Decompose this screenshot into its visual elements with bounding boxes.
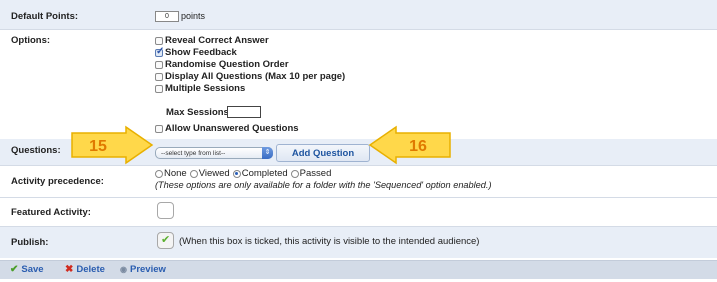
precedence-radio-group: None Viewed Completed Passed	[155, 168, 334, 179]
checkbox-icon[interactable]	[155, 72, 163, 81]
publish-checkbox[interactable]	[157, 232, 174, 249]
publish-note: (When this box is ticked, this activity …	[179, 236, 480, 247]
option-label: Randomise Question Order	[165, 59, 289, 70]
radio-selected-icon[interactable]	[232, 169, 241, 178]
option-allow-unanswered-questions[interactable]: Allow Unanswered Questions	[155, 123, 299, 134]
precedence-note: (These options are only available for a …	[155, 180, 492, 190]
publish-label: Publish:	[11, 237, 49, 248]
save-label: Save	[21, 264, 44, 275]
radio-label: Passed	[299, 168, 332, 179]
option-label: Multiple Sessions	[165, 83, 246, 94]
row-separator	[0, 165, 717, 166]
select-arrows-icon: ⇕	[262, 147, 273, 159]
save-button[interactable]: ✔ Save	[10, 264, 44, 275]
preview-icon: ◉	[120, 265, 127, 274]
delete-button[interactable]: ✖ Delete	[65, 264, 105, 275]
option-label: Display All Questions (Max 10 per page)	[165, 71, 346, 82]
checkbox-icon[interactable]	[155, 124, 163, 133]
radio-icon[interactable]	[155, 169, 163, 178]
add-question-button[interactable]: Add Question	[276, 144, 370, 162]
radio-icon[interactable]	[189, 169, 198, 178]
radio-label: None	[164, 168, 187, 179]
option-label: Show Feedback	[165, 47, 237, 58]
row-separator	[0, 29, 717, 30]
default-points-unit: points	[181, 11, 206, 21]
row-separator	[0, 226, 717, 227]
checkbox-checked-icon[interactable]	[155, 46, 164, 57]
activity-precedence-label: Activity precedence:	[11, 176, 104, 187]
default-points-label: Default Points:	[11, 11, 79, 22]
delete-x-icon: ✖	[65, 264, 74, 275]
option-randomise-question-order[interactable]: Randomise Question Order	[155, 59, 289, 70]
row-separator	[0, 197, 717, 198]
option-label: Allow Unanswered Questions	[165, 123, 299, 134]
radio-icon[interactable]	[290, 169, 299, 178]
option-show-feedback[interactable]: Show Feedback	[155, 46, 237, 58]
callout-number-16: 16	[409, 138, 427, 155]
radio-completed[interactable]: Completed	[232, 168, 288, 179]
action-toolbar: ✔ Save ✖ Delete ◉ Preview	[0, 260, 717, 279]
checkbox-icon[interactable]	[155, 36, 163, 45]
max-sessions-label: Max Sessions:	[166, 107, 232, 118]
option-label: Reveal Correct Answer	[165, 35, 269, 46]
featured-activity-checkbox[interactable]	[157, 202, 174, 219]
question-type-select[interactable]: --select type from list-- ⇕	[155, 147, 273, 159]
option-display-all-questions[interactable]: Display All Questions (Max 10 per page)	[155, 71, 345, 82]
row-band-default-points	[0, 0, 717, 29]
max-sessions-input[interactable]	[227, 106, 261, 118]
featured-activity-label: Featured Activity:	[11, 207, 91, 218]
radio-passed[interactable]: Passed	[290, 168, 332, 179]
checkmark-icon: ✔	[10, 264, 19, 275]
delete-label: Delete	[76, 264, 105, 275]
preview-button[interactable]: ◉ Preview	[120, 264, 166, 275]
checkbox-icon[interactable]	[155, 84, 163, 93]
radio-none[interactable]: None	[155, 168, 187, 179]
radio-viewed[interactable]: Viewed	[189, 168, 230, 179]
radio-label: Completed	[241, 168, 288, 179]
preview-label: Preview	[129, 264, 166, 275]
options-label: Options:	[11, 35, 51, 46]
callout-number-15: 15	[89, 138, 107, 155]
questions-label: Questions:	[11, 145, 61, 156]
option-multiple-sessions[interactable]: Multiple Sessions	[155, 83, 245, 94]
radio-label: Viewed	[198, 168, 230, 179]
default-points-input[interactable]: 0	[155, 11, 179, 22]
checkbox-icon[interactable]	[155, 60, 163, 69]
question-type-select-value: --select type from list--	[161, 150, 226, 157]
option-reveal-correct-answer[interactable]: Reveal Correct Answer	[155, 35, 269, 46]
